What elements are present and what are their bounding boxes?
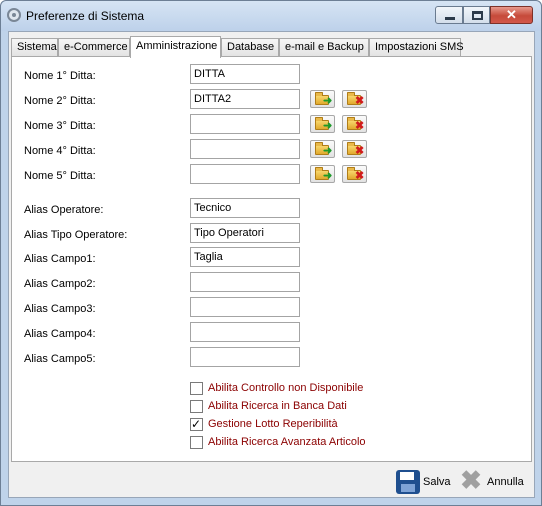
cancel-label: Annulla [487,476,524,488]
save-button[interactable]: Salva [396,470,452,496]
ditta-1-label: Nome 1° Ditta: [24,70,96,82]
tab-amministrazione[interactable]: Amministrazione [130,36,221,58]
tab-impostazioni-sms[interactable]: Impostazioni SMS [369,38,464,56]
alias-campo1-input[interactable] [190,247,300,267]
ditta-2-input[interactable] [190,89,300,109]
close-button[interactable]: ✕ [490,6,533,24]
controllo-non-disponibile-checkbox[interactable] [190,382,203,395]
ricerca-banca-dati-checkbox[interactable] [190,400,203,413]
alias-campo3-input[interactable] [190,297,300,317]
add-arrow-icon: ➜ [323,145,333,157]
add-arrow-icon: ➜ [323,170,333,182]
alias-tipo-operatore-input[interactable] [190,223,300,243]
dialog-body: Sistema e-Commerce Amministrazione Datab… [8,31,535,498]
ditta-3-delete-button[interactable]: ✖ [342,115,367,133]
alias-operatore-input[interactable] [190,198,300,218]
ditta-5-label: Nome 5° Ditta: [24,170,96,182]
tab-database[interactable]: Database [221,38,279,56]
ricerca-avanzata-checkbox[interactable] [190,436,203,449]
alias-campo5-label: Alias Campo5: [24,353,96,365]
minimize-icon [445,17,455,20]
ditta-3-label: Nome 3° Ditta: [24,120,96,132]
ditta-5-delete-button[interactable]: ✖ [342,165,367,183]
maximize-icon [472,11,483,20]
close-icon: ✕ [506,7,517,22]
gestione-lotto-checkbox[interactable] [190,417,203,431]
alias-campo4-label: Alias Campo4: [24,328,96,340]
alias-campo2-label: Alias Campo2: [24,278,96,290]
ditta-3-input[interactable] [190,114,300,134]
preferences-window: Preferenze di Sistema ✕ Sistema e-Commer… [0,0,542,506]
alias-campo2-input[interactable] [190,272,300,292]
minimize-button[interactable] [435,6,463,24]
delete-cross-icon: ✖ [355,120,365,132]
ricerca-banca-dati-label[interactable]: Abilita Ricerca in Banca Dati [208,400,347,412]
add-arrow-icon: ➜ [323,120,333,132]
add-arrow-icon: ➜ [323,95,333,107]
ditta-4-delete-button[interactable]: ✖ [342,140,367,158]
maximize-button[interactable] [463,6,490,24]
ditta-4-label: Nome 4° Ditta: [24,145,96,157]
ricerca-avanzata-label[interactable]: Abilita Ricerca Avanzata Articolo [208,436,366,448]
gestione-lotto-label[interactable]: Gestione Lotto Reperibilità [208,418,338,430]
ditta-5-input[interactable] [190,164,300,184]
ditta-2-add-button[interactable]: ➜ [310,90,335,108]
title-bar[interactable]: Preferenze di Sistema ✕ [1,1,541,31]
tab-panel-amministrazione: Nome 1° Ditta: Nome 2° Ditta: ➜ ✖ Nome 3… [11,56,532,462]
settings-gear-icon [7,8,21,22]
window-title: Preferenze di Sistema [26,9,145,23]
ditta-2-delete-button[interactable]: ✖ [342,90,367,108]
ditta-4-input[interactable] [190,139,300,159]
alias-operatore-label: Alias Operatore: [24,204,104,216]
ditta-5-add-button[interactable]: ➜ [310,165,335,183]
ditta-3-add-button[interactable]: ➜ [310,115,335,133]
alias-tipo-operatore-label: Alias Tipo Operatore: [24,229,128,241]
tab-email-backup[interactable]: e-mail e Backup [279,38,369,56]
floppy-disk-icon [396,470,420,494]
alias-campo3-label: Alias Campo3: [24,303,96,315]
ditta-2-label: Nome 2° Ditta: [24,95,96,107]
delete-cross-icon: ✖ [355,145,365,157]
controllo-non-disponibile-label[interactable]: Abilita Controllo non Disponibile [208,382,363,394]
alias-campo5-input[interactable] [190,347,300,367]
ditta-1-input[interactable] [190,64,300,84]
delete-cross-icon: ✖ [355,95,365,107]
alias-campo1-label: Alias Campo1: [24,253,96,265]
ditta-4-add-button[interactable]: ➜ [310,140,335,158]
cancel-button[interactable]: ✖ Annulla [459,465,531,496]
alias-campo4-input[interactable] [190,322,300,342]
cancel-x-icon: ✖ [460,465,482,495]
save-label: Salva [423,476,451,488]
delete-cross-icon: ✖ [355,170,365,182]
tab-e-commerce[interactable]: e-Commerce [58,38,130,56]
tab-sistema[interactable]: Sistema [11,38,58,56]
